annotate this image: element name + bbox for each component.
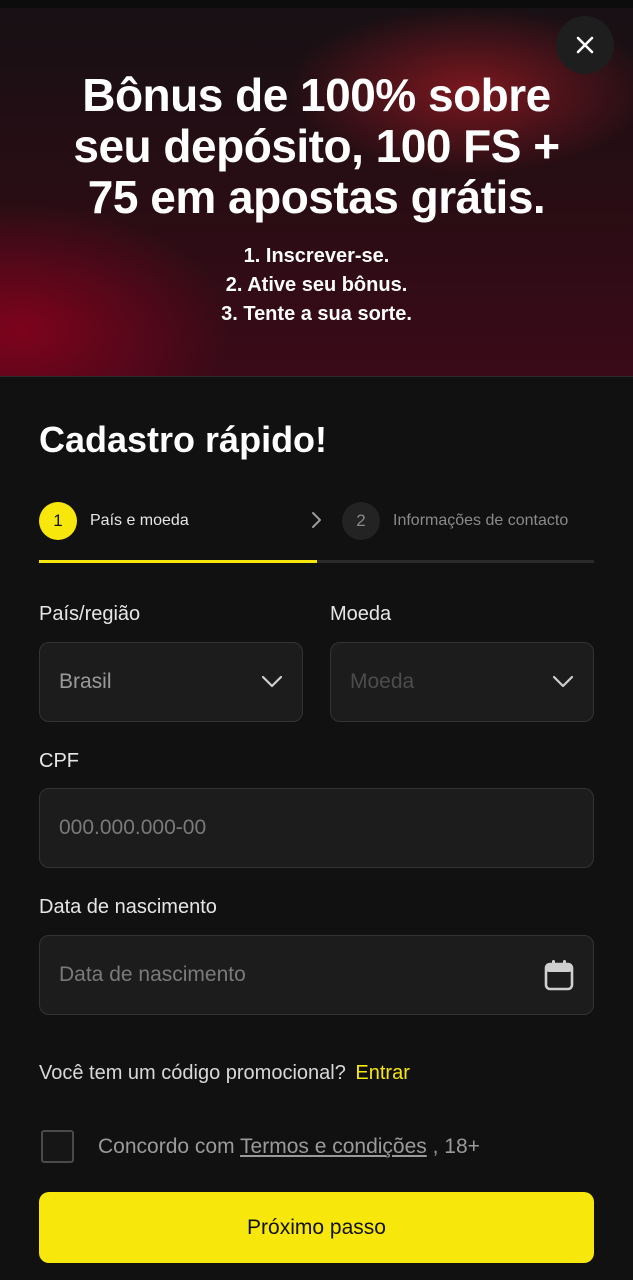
step-label: Informações de contacto [393,512,569,529]
birthdate-input[interactable] [59,963,544,987]
close-icon [576,36,594,54]
registration-page: Bônus de 100% sobre seu depósito, 100 FS… [0,0,633,1280]
bonus-banner: Bônus de 100% sobre seu depósito, 100 FS… [0,0,633,377]
chevron-down-icon [552,675,574,688]
step-label: País e moeda [90,512,189,529]
close-button[interactable] [556,16,614,74]
currency-select[interactable]: Moeda [330,642,594,722]
form-title: Cadastro rápido! [39,419,328,460]
cpf-input[interactable] [59,816,574,840]
banner-title: Bônus de 100% sobre seu depósito, 100 FS… [30,70,603,223]
step-contact-info[interactable]: 2 Informações de contacto [342,502,568,540]
birthdate-field [39,935,594,1015]
banner-step: 1. Inscrever-se. [243,245,390,267]
calendar-icon[interactable] [544,959,574,991]
promo-code-row: Você tem um código promocional? Entrar [39,1062,410,1085]
step-country-currency[interactable]: 1 País e moeda [39,502,189,540]
birthdate-label: Data de nascimento [39,896,217,918]
next-step-button[interactable]: Próximo passo [39,1192,594,1263]
step-number: 1 [39,502,77,540]
cpf-label: CPF [39,750,79,772]
banner-title-line: Bônus de 100% sobre [82,69,551,121]
banner-step: 2. Ative seu bônus. [225,274,408,296]
currency-label: Moeda [330,603,392,625]
banner-title-line: seu depósito, 100 FS + [73,120,560,172]
country-label: País/região [39,603,141,625]
terms-link[interactable]: Termos e condições [240,1135,427,1158]
banner-steps: 1. Inscrever-se. 2. Ative seu bônus. 3. … [0,242,633,329]
step-number: 2 [342,502,380,540]
promo-enter-link[interactable]: Entrar [355,1062,409,1084]
banner-title-line: 75 em apostas grátis. [87,171,546,223]
terms-prefix: Concordo com [98,1134,241,1158]
country-select[interactable]: Brasil [39,642,303,722]
country-value: Brasil [59,670,112,693]
banner-step: 3. Tente a sua sorte. [221,303,412,325]
terms-row: Concordo com Termos e condições , 18+ [41,1130,480,1163]
terms-text: Concordo com Termos e condições , 18+ [98,1135,480,1159]
registration-stepper: 1 País e moeda 2 Informações de contacto [39,500,594,564]
banner-top-strip [0,0,633,8]
promo-question: Você tem um código promocional? [39,1062,346,1084]
step-progress-track [39,560,594,563]
terms-suffix: , 18+ [426,1134,480,1158]
currency-placeholder: Moeda [350,670,415,693]
chevron-down-icon [261,675,283,688]
terms-checkbox[interactable] [41,1130,74,1163]
chevron-right-icon [312,512,321,528]
cpf-field [39,788,594,868]
step-progress-bar [39,560,317,563]
